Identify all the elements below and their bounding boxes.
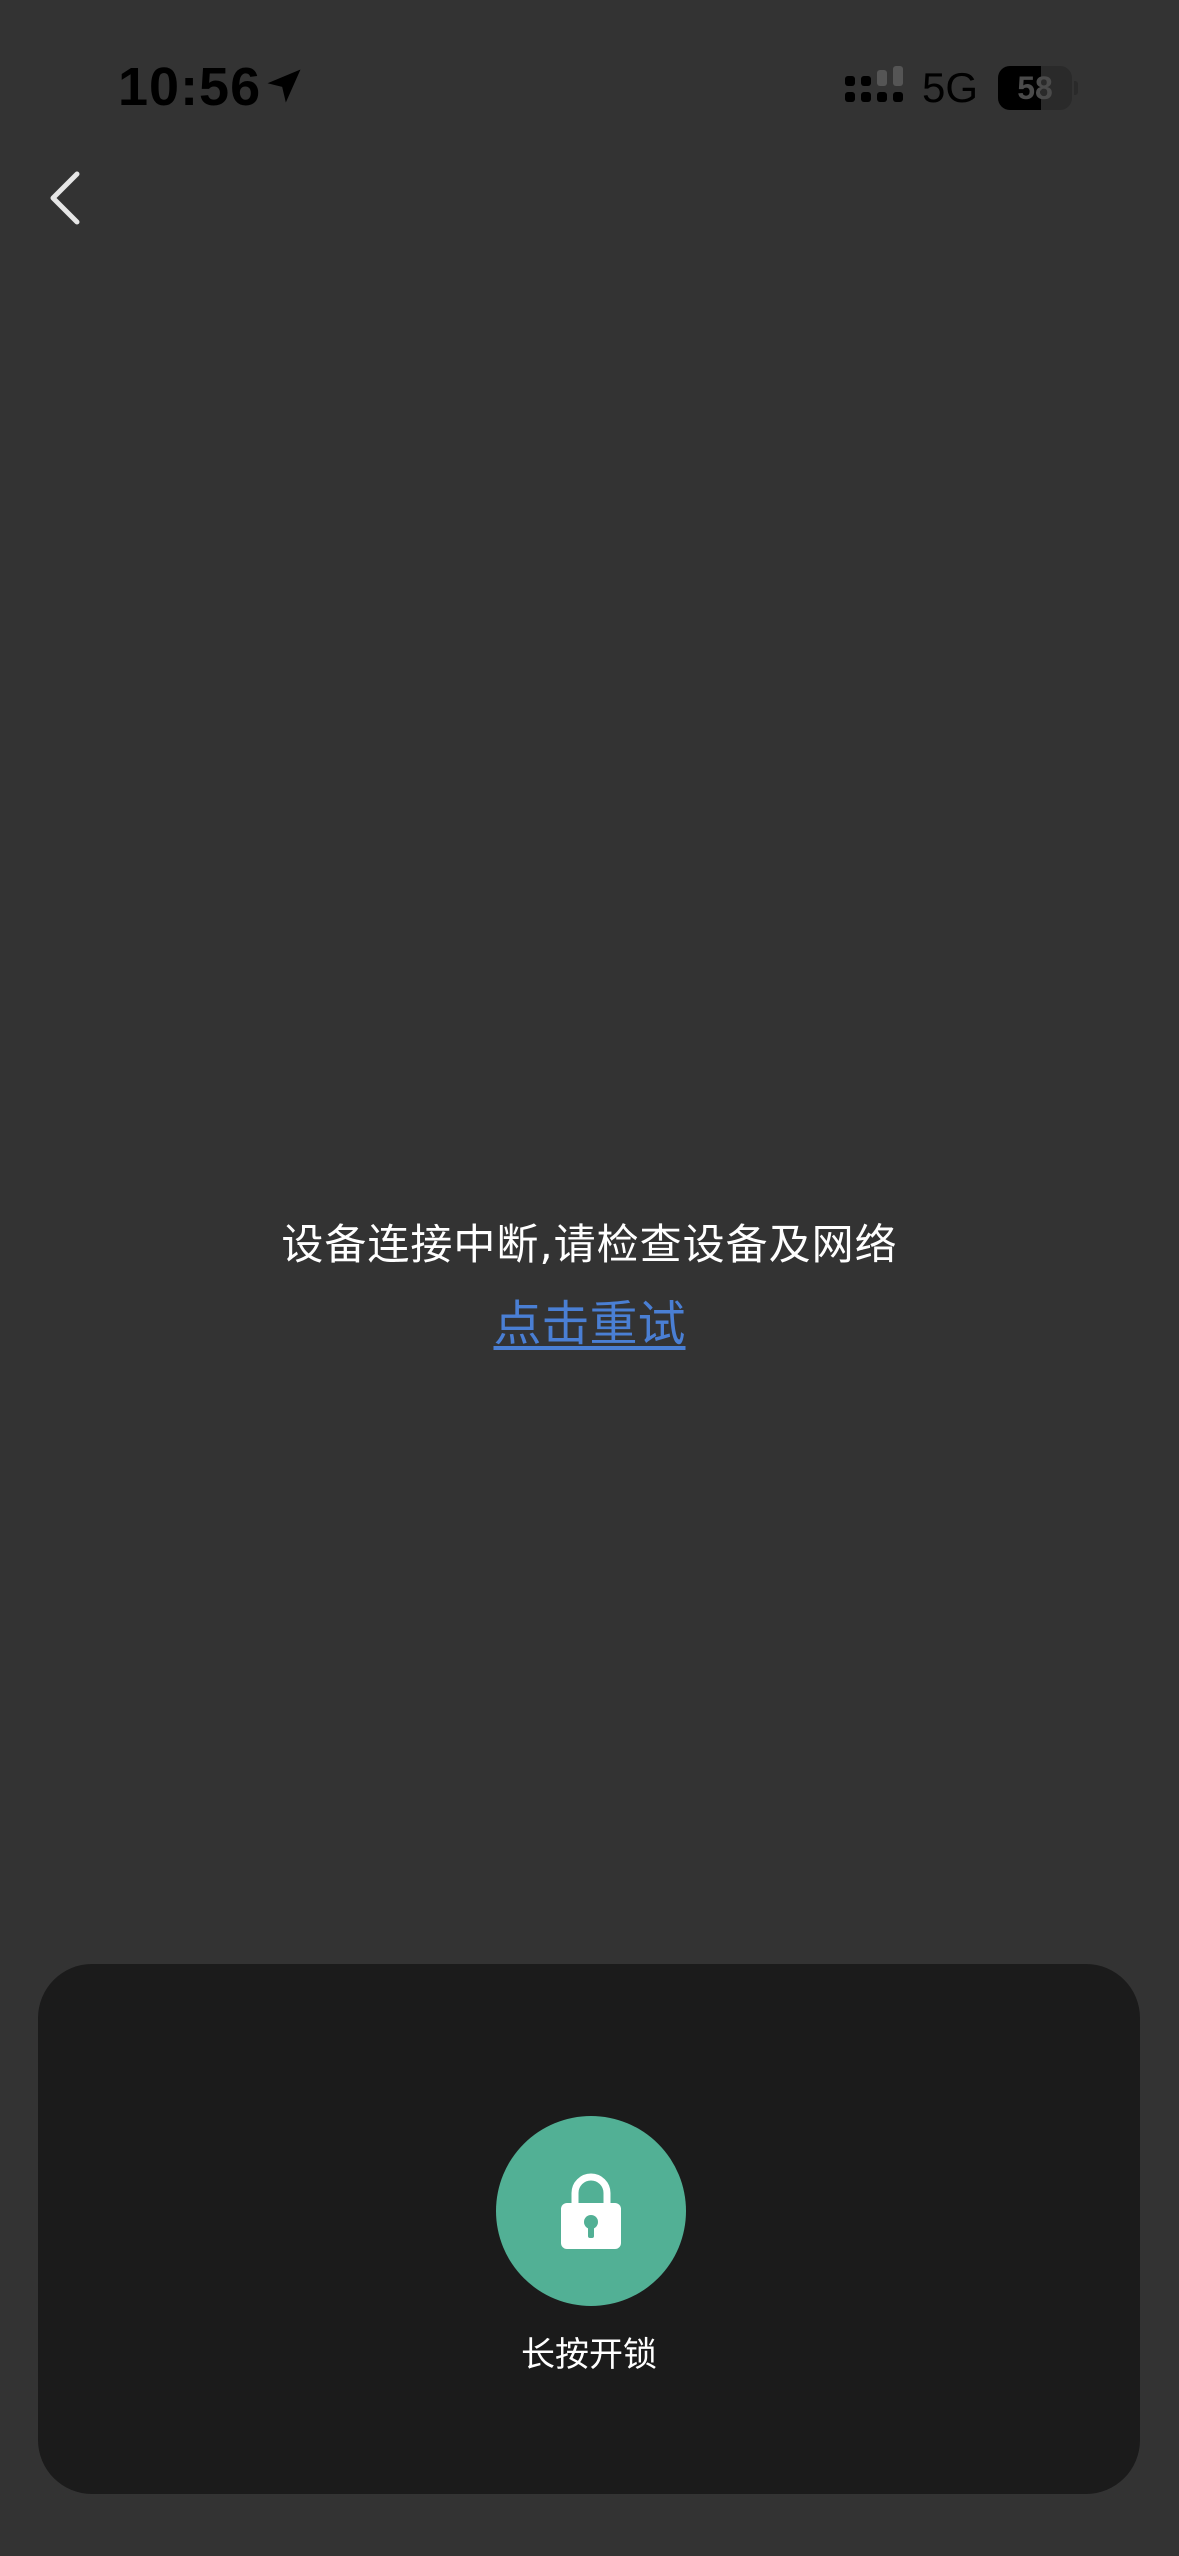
error-message: 设备连接中断,请检查设备及网络 [281, 1220, 898, 1269]
unlock-button[interactable] [496, 2116, 686, 2306]
app-screen: 10:56 5G 58 设备连接中断,请检查设备及网络 点击重试 长按开锁 [0, 0, 1179, 2556]
battery-level: 58 [1017, 70, 1053, 106]
network-type: 5G [922, 64, 979, 111]
location-arrow-icon [267, 69, 301, 103]
unlock-label: 长按开锁 [521, 2335, 657, 2375]
status-bar: 10:56 5G 58 [0, 0, 1179, 150]
battery-cap [1074, 81, 1078, 95]
connection-status: 设备连接中断,请检查设备及网络 点击重试 [0, 1210, 1179, 1356]
battery-indicator: 58 [998, 66, 1078, 110]
retry-link[interactable]: 点击重试 [493, 1292, 685, 1356]
chevron-left-icon [50, 171, 80, 225]
cellular-signal-icon [845, 66, 903, 102]
unlock-panel: 长按开锁 [38, 1964, 1140, 2494]
status-time: 10:56 [118, 57, 262, 117]
back-button[interactable] [30, 158, 100, 238]
battery-body: 58 [998, 66, 1072, 110]
lock-icon [561, 2173, 621, 2249]
